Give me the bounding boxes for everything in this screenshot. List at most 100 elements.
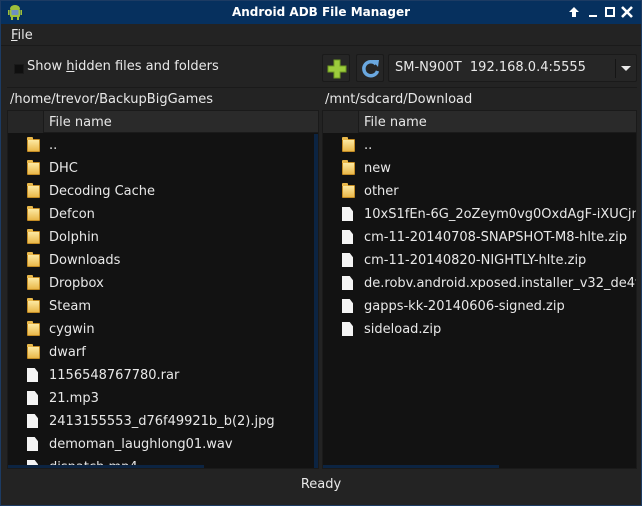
window-title: Android ADB File Manager bbox=[231, 5, 411, 19]
folder-row[interactable]: Downloads bbox=[8, 249, 318, 272]
file-name: gapps-kk-20140606-signed.zip bbox=[364, 299, 565, 314]
pin-button[interactable] bbox=[567, 5, 581, 19]
file-name: sideload.zip bbox=[364, 322, 442, 337]
folder-icon bbox=[27, 321, 40, 336]
header-file-name[interactable]: File name bbox=[364, 115, 427, 130]
file-name: Dropbox bbox=[49, 276, 104, 291]
folder-icon bbox=[27, 275, 40, 290]
file-name: demoman_laughlong01.wav bbox=[49, 437, 233, 452]
folder-icon bbox=[27, 344, 40, 359]
folder-icon bbox=[342, 183, 355, 198]
folder-row[interactable]: new bbox=[323, 157, 636, 180]
file-name: de.robv.android.xposed.installer_v32_de4… bbox=[364, 276, 637, 291]
file-icon bbox=[342, 299, 353, 313]
toolbar: Show hidden files and folders SM-N900T 1… bbox=[1, 47, 641, 88]
folder-row[interactable]: Dropbox bbox=[8, 272, 318, 295]
local-pane: /home/trevor/BackupBigGames File name ..… bbox=[7, 88, 319, 469]
folder-icon bbox=[27, 252, 40, 267]
file-row[interactable]: 2413155553_d76f49921b_b(2).jpg bbox=[8, 410, 318, 433]
file-icon bbox=[27, 414, 38, 428]
file-name: 2413155553_d76f49921b_b(2).jpg bbox=[49, 414, 275, 429]
arrow-up-icon bbox=[569, 7, 579, 17]
folder-icon bbox=[342, 160, 355, 175]
header-file-name[interactable]: File name bbox=[49, 115, 112, 130]
show-hidden-label[interactable]: Show hidden files and folders bbox=[27, 59, 219, 74]
title-bar[interactable]: Android ADB File Manager bbox=[1, 1, 641, 24]
maximize-button[interactable] bbox=[603, 5, 617, 19]
device-select[interactable]: SM-N900T 192.168.0.4:5555 bbox=[388, 54, 637, 82]
label-part: Show bbox=[27, 59, 67, 74]
file-name: Defcon bbox=[49, 207, 95, 222]
combo-separator bbox=[615, 59, 616, 78]
file-name: Decoding Cache bbox=[49, 184, 156, 199]
folder-icon bbox=[27, 160, 40, 175]
show-hidden-checkbox[interactable] bbox=[14, 64, 24, 74]
folder-row[interactable]: dwarf bbox=[8, 341, 318, 364]
folder-icon bbox=[27, 183, 40, 198]
file-row[interactable]: sideload.zip bbox=[323, 318, 636, 341]
file-name: dwarf bbox=[49, 345, 86, 360]
header-icon-column[interactable] bbox=[8, 111, 44, 133]
folder-row[interactable]: .. bbox=[8, 134, 318, 157]
file-row[interactable]: cm-11-20140820-NIGHTLY-hlte.zip bbox=[323, 249, 636, 272]
file-row[interactable]: cm-11-20140708-SNAPSHOT-M8-hlte.zip bbox=[323, 226, 636, 249]
file-icon bbox=[342, 230, 353, 244]
vertical-scrollbar[interactable] bbox=[314, 134, 318, 468]
file-icon bbox=[342, 322, 353, 336]
device-select-value: SM-N900T 192.168.0.4:5555 bbox=[395, 60, 586, 75]
minimize-button[interactable] bbox=[586, 5, 600, 19]
label-part: idden files and folders bbox=[74, 59, 219, 74]
menu-file-label: ile bbox=[17, 28, 33, 43]
folder-icon bbox=[27, 229, 40, 244]
file-name: 1156548767780.rar bbox=[49, 368, 180, 383]
add-device-button[interactable] bbox=[322, 54, 350, 82]
menu-file[interactable]: File bbox=[11, 28, 33, 43]
folder-row[interactable]: .. bbox=[323, 134, 636, 157]
file-icon bbox=[342, 253, 353, 267]
list-header: File name bbox=[323, 111, 636, 133]
device-file-list[interactable]: File name .. new other 10xS1fEn-6G_2oZeym0v… bbox=[322, 110, 637, 469]
close-icon bbox=[621, 6, 633, 18]
refresh-button[interactable] bbox=[356, 54, 384, 82]
file-name: 21.mp3 bbox=[49, 391, 99, 406]
folder-icon bbox=[27, 298, 40, 313]
file-name: Dolphin bbox=[49, 230, 99, 245]
folder-icon bbox=[27, 206, 40, 221]
local-rows: .. DHC Decoding Cache Defcon Dolphin Download… bbox=[8, 134, 318, 468]
file-name: other bbox=[364, 184, 399, 199]
file-icon bbox=[27, 391, 38, 405]
file-row[interactable]: de.robv.android.xposed.installer_v32_de4… bbox=[323, 272, 636, 295]
file-row[interactable]: gapps-kk-20140606-signed.zip bbox=[323, 295, 636, 318]
status-text: Ready bbox=[300, 477, 342, 492]
file-row[interactable]: demoman_laughlong01.wav bbox=[8, 433, 318, 456]
local-file-list[interactable]: File name .. DHC Decoding Cache Defcon Dolph… bbox=[7, 110, 319, 469]
device-pane: /mnt/sdcard/Download File name .. new othe… bbox=[322, 88, 637, 469]
folder-row[interactable]: cygwin bbox=[8, 318, 318, 341]
file-name: new bbox=[364, 161, 391, 176]
folder-row[interactable]: DHC bbox=[8, 157, 318, 180]
folder-row[interactable]: Steam bbox=[8, 295, 318, 318]
file-row[interactable]: 21.mp3 bbox=[8, 387, 318, 410]
folder-row[interactable]: Decoding Cache bbox=[8, 180, 318, 203]
header-icon-column[interactable] bbox=[323, 111, 359, 133]
file-name: DHC bbox=[49, 161, 78, 176]
chevron-down-icon[interactable] bbox=[621, 66, 631, 71]
status-bar: Ready bbox=[1, 471, 641, 505]
file-row[interactable]: 1156548767780.rar bbox=[8, 364, 318, 387]
close-button[interactable] bbox=[620, 5, 634, 19]
device-rows: .. new other 10xS1fEn-6G_2oZeym0vg0OxdAgF-i… bbox=[323, 134, 636, 341]
local-path: /home/trevor/BackupBigGames bbox=[10, 92, 214, 107]
folder-row[interactable]: Dolphin bbox=[8, 226, 318, 249]
file-name: cygwin bbox=[49, 322, 95, 337]
file-icon bbox=[27, 368, 38, 382]
menu-bar: File bbox=[1, 24, 641, 46]
file-icon bbox=[342, 207, 353, 221]
file-name: cm-11-20140708-SNAPSHOT-M8-hlte.zip bbox=[364, 230, 627, 245]
file-row[interactable]: 10xS1fEn-6G_2oZeym0vg0OxdAgF-iXUCjna1 bbox=[323, 203, 636, 226]
horizontal-scrollbar[interactable] bbox=[8, 465, 204, 468]
app-window: Android ADB File Manager File Show hidde… bbox=[0, 0, 642, 506]
file-icon bbox=[27, 437, 38, 451]
folder-row[interactable]: Defcon bbox=[8, 203, 318, 226]
folder-row[interactable]: other bbox=[323, 180, 636, 203]
horizontal-scrollbar[interactable] bbox=[323, 465, 499, 468]
